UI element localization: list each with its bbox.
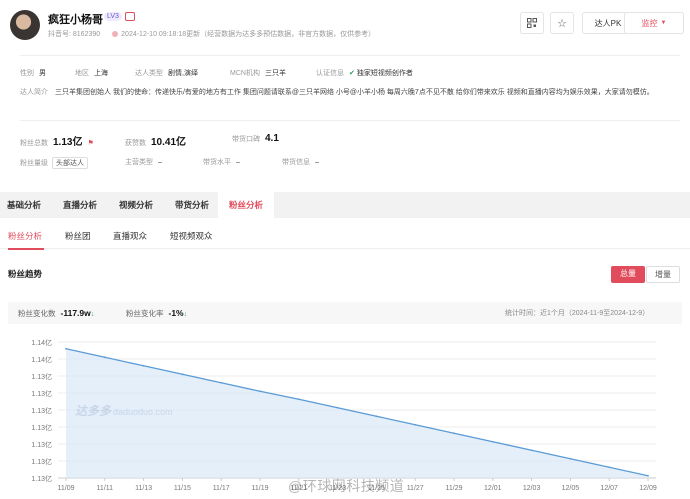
fans-rate-stat: 粉丝变化率 -1%↓ <box>126 308 188 318</box>
subtab-fan-club[interactable]: 粉丝团 <box>65 230 91 242</box>
series-point <box>491 440 494 443</box>
cert-info: 认证信息 ✔ 独家短视频创作者 <box>316 70 413 77</box>
x-tick-label: 12/01 <box>484 485 502 492</box>
mcn-info: MCN机构 三只羊 <box>230 70 286 77</box>
down-arrow-icon: ↓ <box>90 311 95 318</box>
verified-icon <box>125 12 135 21</box>
tab-live[interactable]: 直播分析 <box>54 192 106 218</box>
fans-level: 粉丝量级 头部达人 <box>20 157 88 169</box>
analysis-tabs: 基础分析 直播分析 视频分析 带货分析 粉丝分析 <box>0 192 690 218</box>
series-point <box>65 347 67 350</box>
gender-info: 性别男 <box>20 70 46 77</box>
level-badge: LV3 <box>104 12 122 21</box>
increment-toggle-button[interactable]: 增量 <box>646 266 680 283</box>
down-arrow-icon: ↓ <box>183 311 188 318</box>
series-point <box>453 432 455 435</box>
series-point <box>336 406 339 409</box>
y-tick-label: 1.13亿 <box>31 440 52 449</box>
y-tick-label: 1.13亿 <box>31 372 52 381</box>
fans-total: 粉丝总数 1.13亿 ⚑ <box>20 137 94 148</box>
info-dot-icon <box>112 31 119 37</box>
y-tick-label: 1.13亿 <box>31 406 52 415</box>
monitor-label: 监控 <box>641 18 658 28</box>
x-tick-label: 12/03 <box>523 485 541 492</box>
profile-header: 疯狂小杨哥 LV3 抖音号: 8162390 2024-12-10 09:18:1… <box>0 0 690 187</box>
x-tick-label: 11/11 <box>97 485 114 492</box>
favorite-button[interactable]: ☆ <box>550 12 574 34</box>
fans-subtabs: 粉丝分析 粉丝团 直播观众 短视频观众 <box>0 225 690 250</box>
qrcode-icon <box>527 18 537 28</box>
series-point <box>375 415 378 418</box>
x-tick-label: 11/17 <box>213 485 230 492</box>
tab-basic[interactable]: 基础分析 <box>0 192 48 218</box>
x-tick-label: 11/09 <box>58 485 75 492</box>
update-note: 2024-12-10 09:18:18更新（经营数据为达多多预估数据，非官方数据… <box>121 31 376 38</box>
x-tick-label: 12/07 <box>600 485 618 492</box>
chevron-down-icon: ▼ <box>660 20 667 26</box>
subtab-video-audience[interactable]: 短视频观众 <box>170 230 213 242</box>
intro-label: 达人简介 <box>20 89 48 96</box>
goods-info: 带货信息 – <box>282 159 319 166</box>
goods-level: 带货水平 – <box>203 159 240 166</box>
x-tick-label: 11/27 <box>407 485 424 492</box>
series-point <box>530 449 533 452</box>
intro-text: 三只羊集团创始人 我们的使命：传递快乐/有爱的地方有工作 集团问题请联系@三只羊… <box>55 89 654 96</box>
x-tick-label: 12/05 <box>562 485 580 492</box>
reputation-score: 带货口碑 4.1 <box>232 133 279 144</box>
creator-name: 疯狂小杨哥 <box>48 14 103 26</box>
total-toggle-button[interactable]: 总量 <box>611 266 645 283</box>
region-info: 地区 上海 <box>75 70 108 77</box>
tab-fans[interactable]: 粉丝分析 <box>218 192 274 218</box>
y-tick-label: 1.13亿 <box>31 389 52 398</box>
subtab-fans-analysis[interactable]: 粉丝分析 <box>8 230 42 242</box>
y-tick-label: 1.14亿 <box>31 355 52 364</box>
tab-video[interactable]: 视频分析 <box>110 192 162 218</box>
likes-total: 获赞数 10.41亿 <box>125 137 187 148</box>
star-icon: ☆ <box>557 17 567 30</box>
douyin-id: 抖音号: 8162390 <box>48 31 101 38</box>
active-tab-indicator <box>8 248 44 250</box>
x-tick-label: 11/13 <box>135 485 152 492</box>
period-text: 统计时间：近1个月（2024-11-9至2024-12-9） <box>505 310 650 317</box>
trend-flag-icon: ⚑ <box>87 140 94 147</box>
tab-goods[interactable]: 带货分析 <box>166 192 218 218</box>
y-tick-label: 1.14亿 <box>31 338 52 347</box>
daduoduo-watermark: 达多多 daduoduo.com <box>75 404 173 418</box>
x-tick-label: 12/09 <box>639 485 657 492</box>
divider <box>20 55 680 56</box>
series-point <box>181 373 184 376</box>
series-point <box>569 457 572 460</box>
series-point <box>297 398 300 401</box>
series-point <box>608 466 611 469</box>
source-watermark: @环球网科技频道 <box>288 478 405 494</box>
series-point <box>142 364 145 367</box>
cert-check-icon: ✔ <box>349 70 355 77</box>
series-point <box>220 381 223 384</box>
section-title: 粉丝趋势 <box>8 269 43 279</box>
account-subline: 抖音号: 8162390 2024-12-10 09:18:18更新（经营数据为达… <box>48 29 375 39</box>
series-point <box>647 474 649 477</box>
divider <box>20 120 680 121</box>
series-point <box>259 390 261 393</box>
series-point <box>103 356 106 359</box>
type-info: 达人类型 剧情,演绎 <box>135 70 198 77</box>
y-tick-label: 1.13亿 <box>31 423 52 432</box>
qrcode-button[interactable] <box>520 12 544 34</box>
x-tick-label: 11/29 <box>446 485 463 492</box>
monitor-button[interactable]: 监控 ▼ <box>624 12 684 34</box>
avatar[interactable] <box>10 10 40 40</box>
x-tick-label: 11/19 <box>252 485 269 492</box>
fans-change-stat: 粉丝变化数 -117.9w↓ <box>18 308 95 318</box>
stats-bar: 粉丝变化数 -117.9w↓ 粉丝变化率 -1%↓ 统计时间：近1个月（2024-1… <box>8 302 682 324</box>
x-tick-label: 11/15 <box>174 485 191 492</box>
main-type: 主营类型 – <box>125 159 162 166</box>
subtab-live-audience[interactable]: 直播观众 <box>113 230 147 242</box>
series-point <box>414 423 417 426</box>
y-tick-label: 1.13亿 <box>31 474 52 483</box>
y-tick-label: 1.13亿 <box>31 457 52 466</box>
